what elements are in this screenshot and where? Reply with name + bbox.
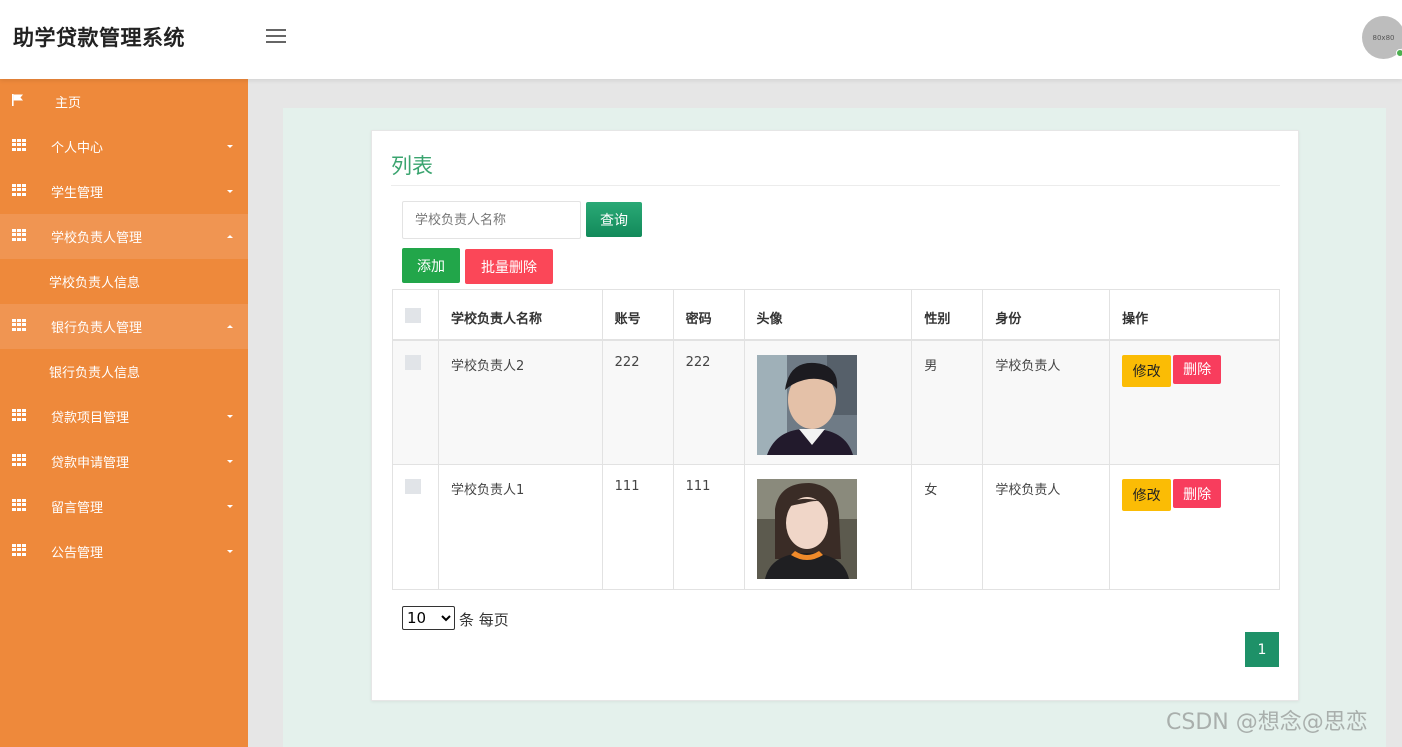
select-all-checkbox[interactable]	[405, 308, 421, 323]
pagination-page-button[interactable]: 1	[1245, 632, 1279, 667]
avatar-photo-female	[756, 479, 857, 579]
sidebar-item-label: 公告管理	[51, 546, 104, 561]
name-cell: 学校负责人2	[437, 339, 603, 465]
top-header: 助学贷款管理系统 80x80	[0, 0, 1402, 79]
avatar-photo-male	[756, 354, 857, 455]
select-all-cell	[392, 289, 439, 340]
column-header: 身份	[982, 289, 1111, 340]
list-card: 列表 查询 添加 批量删除 学校负责人名称 账号 密码 头像 性别 身份 操作 …	[371, 130, 1299, 701]
caret-down-icon	[227, 190, 233, 193]
menu-toggle-icon[interactable]	[266, 29, 286, 45]
column-header: 密码	[672, 289, 745, 340]
column-header: 头像	[743, 289, 913, 340]
row-checkbox[interactable]	[405, 479, 421, 494]
sidebar-item-label: 贷款项目管理	[51, 411, 130, 426]
name-cell: 学校负责人1	[437, 464, 603, 590]
batch-delete-button[interactable]: 批量删除	[465, 249, 553, 284]
caret-down-icon	[227, 460, 233, 463]
grid-icon	[12, 229, 26, 241]
role-cell: 学校负责人	[982, 464, 1111, 590]
caret-down-icon	[227, 145, 233, 148]
sidebar-item-label: 银行负责人信息	[49, 366, 141, 381]
sidebar-subitem-school-manager-info[interactable]: 学校负责人信息	[0, 259, 248, 304]
edit-button[interactable]: 修改	[1122, 354, 1172, 387]
sidebar-item-bank-manager-management[interactable]: 银行负责人管理	[0, 304, 248, 349]
sidebar-item-label: 留言管理	[51, 501, 104, 516]
caret-down-icon	[227, 415, 233, 418]
gender-cell: 男	[911, 339, 984, 465]
sidebar-item-student-management[interactable]: 学生管理	[0, 169, 248, 214]
column-header: 性别	[911, 289, 984, 340]
account-cell: 111	[601, 464, 674, 590]
data-table: 学校负责人名称 账号 密码 头像 性别 身份 操作 学校负责人2 222 222	[392, 289, 1280, 590]
row-checkbox[interactable]	[405, 354, 421, 370]
sidebar-item-notice-management[interactable]: 公告管理	[0, 529, 248, 574]
avatar-cell	[743, 464, 913, 590]
page-size-select[interactable]: 10	[402, 606, 455, 630]
sidebar-item-label: 个人中心	[51, 141, 104, 156]
grid-icon	[12, 139, 26, 151]
query-button[interactable]: 查询	[586, 202, 642, 237]
sidebar-item-loan-project-management[interactable]: 贷款项目管理	[0, 394, 248, 439]
sidebar: 主页 个人中心 学生管理 学校负责人管理 学校负责人信息 银行负责人管理 银行负…	[0, 79, 248, 747]
sidebar-item-label: 学校负责人信息	[49, 276, 141, 291]
search-input[interactable]	[402, 201, 581, 239]
sidebar-item-loan-application-management[interactable]: 贷款申请管理	[0, 439, 248, 484]
grid-icon	[12, 454, 26, 466]
sidebar-item-label: 主页	[55, 96, 82, 111]
role-cell: 学校负责人	[982, 339, 1111, 465]
table-header-row: 学校负责人名称 账号 密码 头像 性别 身份 操作	[392, 289, 1280, 340]
gender-cell: 女	[911, 464, 984, 590]
column-header: 学校负责人名称	[437, 289, 603, 340]
add-button[interactable]: 添加	[402, 248, 460, 283]
grid-icon	[12, 409, 26, 421]
sidebar-item-label: 学生管理	[51, 186, 104, 201]
sidebar-subitem-bank-manager-info[interactable]: 银行负责人信息	[0, 349, 248, 394]
avatar-cell	[743, 339, 913, 465]
caret-up-icon	[227, 325, 233, 328]
page-size-label: 条 每页	[459, 611, 509, 629]
caret-up-icon	[227, 235, 233, 238]
edit-button[interactable]: 修改	[1122, 479, 1172, 511]
sidebar-item-label: 学校负责人管理	[51, 231, 143, 246]
password-cell: 222	[672, 339, 745, 465]
grid-icon	[12, 499, 26, 511]
online-status-dot	[1396, 49, 1402, 57]
column-header: 操作	[1109, 289, 1280, 340]
page-title: 列表	[391, 154, 433, 178]
title-divider	[391, 185, 1280, 186]
grid-icon	[12, 184, 26, 196]
delete-button[interactable]: 删除	[1173, 479, 1222, 508]
sidebar-item-label: 贷款申请管理	[51, 456, 130, 471]
account-cell: 222	[601, 339, 674, 465]
actions-cell: 修改 删除	[1109, 464, 1280, 590]
grid-icon	[12, 319, 26, 331]
table-row: 学校负责人2 222 222 男 学校负责人 修改 删除	[392, 339, 1280, 465]
sidebar-item-personal-center[interactable]: 个人中心	[0, 124, 248, 169]
caret-down-icon	[227, 550, 233, 553]
sidebar-item-label: 银行负责人管理	[51, 321, 143, 336]
flag-icon	[12, 94, 23, 106]
grid-icon	[12, 544, 26, 556]
column-header: 账号	[601, 289, 674, 340]
delete-button[interactable]: 删除	[1173, 354, 1222, 384]
actions-cell: 修改 删除	[1109, 339, 1280, 465]
caret-down-icon	[227, 505, 233, 508]
sidebar-item-home[interactable]: 主页	[0, 79, 248, 124]
password-cell: 111	[672, 464, 745, 590]
sidebar-item-school-manager-management[interactable]: 学校负责人管理	[0, 214, 248, 259]
app-title: 助学贷款管理系统	[13, 26, 185, 50]
watermark: CSDN @想念@思恋	[1166, 710, 1368, 735]
table-row: 学校负责人1 111 111 女 学校负责人 修改 删除	[392, 464, 1280, 590]
sidebar-item-message-management[interactable]: 留言管理	[0, 484, 248, 529]
